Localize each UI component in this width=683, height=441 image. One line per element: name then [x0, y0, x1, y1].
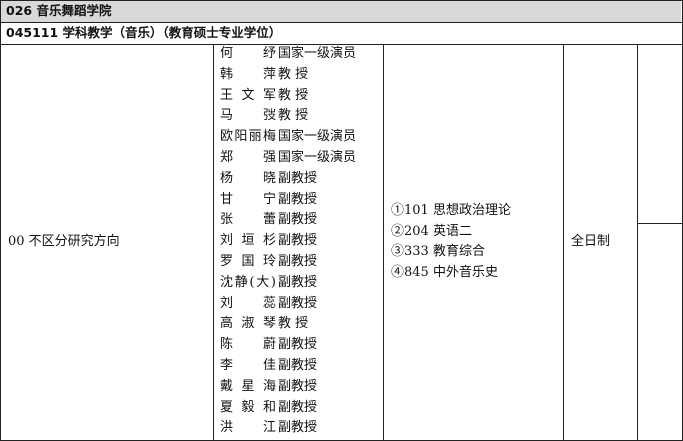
column-divider-exams: [563, 44, 564, 441]
column-divider-direction: [213, 44, 214, 441]
exam-subject: ④845 中外音乐史: [391, 264, 498, 280]
teacher-name: 欧阳丽梅: [220, 129, 276, 145]
teacher-name: 李 佳: [220, 358, 276, 373]
teacher-title: 教 授: [278, 66, 309, 82]
teacher-name: 刘垣杉: [220, 233, 276, 249]
teacher-title: 副教授: [278, 191, 318, 207]
teacher-row: 高淑琴教 授: [220, 314, 308, 335]
teacher-title: 教 授: [278, 316, 309, 332]
teacher-title: 副教授: [278, 358, 318, 373]
teacher-row: 洪 江副教授: [220, 418, 317, 439]
teacher-name: 马 弢: [220, 108, 276, 124]
teacher-name: 王文军: [220, 87, 276, 103]
teacher-name: 张 蕾: [220, 212, 276, 228]
teacher-name: 韩 萍: [220, 66, 276, 82]
teacher-title: 副教授: [278, 337, 318, 353]
teacher-title: 教 授: [278, 87, 309, 103]
research-direction: 00 不区分研究方向: [8, 234, 120, 249]
teacher-name: 杨 晓: [220, 170, 276, 186]
teacher-title: 国家一级演员: [278, 129, 357, 145]
teacher-name: 沈静(大): [220, 274, 276, 290]
teacher-name: 夏毅和: [220, 399, 276, 415]
teacher-name: 甘 宁: [220, 191, 276, 207]
teacher-row: 欧阳丽梅 国家一级演员: [220, 127, 356, 148]
teacher-title: 副教授: [278, 378, 318, 394]
teacher-title: 副教授: [278, 295, 318, 311]
teacher-title: 副教授: [278, 170, 318, 186]
teacher-name: 高淑琴: [220, 316, 276, 332]
teacher-row: 马 弢教 授: [220, 106, 308, 127]
teacher-row: 夏毅和 副教授: [220, 398, 317, 419]
teacher-title: 副教授: [278, 420, 318, 436]
column-divider-mode: [637, 44, 638, 441]
teacher-row: 刘 蕊副教授: [220, 294, 317, 315]
teacher-title: 教 授: [278, 108, 309, 124]
teacher-row: 戴星海 副教授: [220, 377, 317, 398]
table-border-top: [0, 0, 683, 1]
teacher-row: 杨 晓副教授: [220, 169, 317, 190]
teacher-name: 戴星海: [220, 378, 276, 394]
teacher-row: 罗国玲 副教授: [220, 252, 317, 273]
teacher-title: 副教授: [278, 233, 318, 249]
teacher-name: 罗国玲: [220, 254, 276, 269]
department-title: 026 音乐舞蹈学院: [6, 3, 112, 18]
teacher-row: 郑 强国家一级演员: [220, 148, 356, 169]
teacher-title: 副教授: [278, 399, 318, 415]
exam-subject: ②204 英语二: [391, 223, 472, 239]
teacher-row: 甘 宁副教授: [220, 190, 317, 211]
teacher-title: 副教授: [278, 212, 318, 228]
teacher-row: 何 纾国家一级演员: [220, 44, 356, 65]
teacher-title: 副教授: [278, 274, 318, 290]
teacher-title: 副教授: [278, 254, 318, 269]
teacher-row: 刘垣杉 副教授: [220, 231, 317, 252]
teacher-name: 何 纾: [220, 46, 276, 61]
teacher-row: 李 佳副教授: [220, 356, 317, 377]
teacher-row: 陈 蔚副教授: [220, 335, 317, 356]
teacher-name: 刘 蕊: [220, 295, 276, 311]
exam-subject: ③333 教育综合: [391, 244, 485, 259]
table-border-left: [0, 0, 1, 441]
teacher-name: 陈 蔚: [220, 337, 276, 353]
row-divider-department: [0, 22, 683, 23]
study-mode: 全日制: [571, 234, 611, 249]
exam-subject: ①101 思想政治理论: [391, 203, 511, 218]
last-column-divider: [637, 223, 683, 224]
teacher-row: 张 蕾副教授: [220, 210, 317, 231]
teacher-row: 王文军教 授: [220, 86, 308, 107]
teacher-name: 郑 强: [220, 150, 276, 165]
teacher-row: 沈静(大) 副教授: [220, 273, 317, 294]
column-divider-teachers: [383, 44, 384, 441]
program-title: 045111 学科教学（音乐）（教育硕士专业学位）: [6, 25, 282, 40]
teacher-title: 国家一级演员: [278, 46, 357, 61]
teacher-title: 国家一级演员: [278, 150, 357, 165]
teacher-name: 洪 江: [220, 420, 276, 436]
teacher-row: 韩 萍教 授: [220, 65, 308, 86]
